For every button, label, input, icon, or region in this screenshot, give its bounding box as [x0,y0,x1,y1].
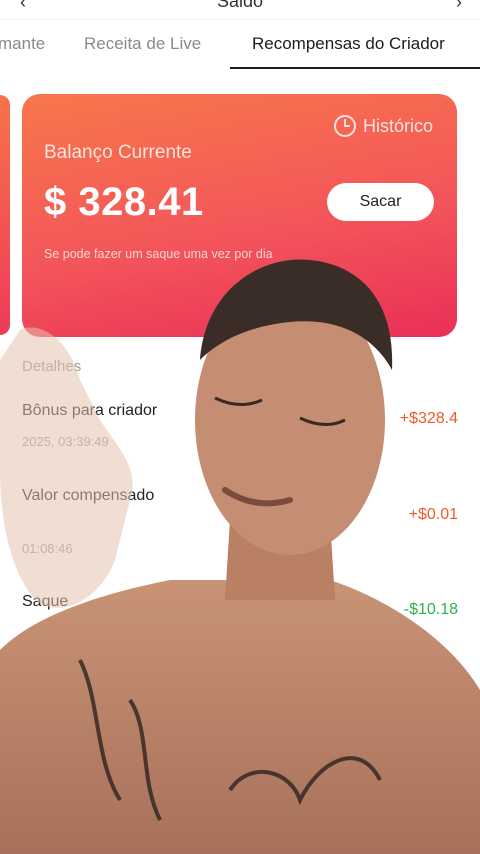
transaction-title: Saque [22,593,69,610]
withdraw-button[interactable]: Sacar [327,183,434,221]
transaction-title: Bônus para criador [22,402,158,419]
tab-live-revenue[interactable]: Receita de Live [84,34,201,54]
withdraw-note: Se pode fazer um saque uma vez por dia [44,247,273,261]
history-label: Histórico [362,115,433,136]
clock-icon [333,115,356,137]
previous-card-peek[interactable] [0,95,10,335]
balance-amount: $ 328.41 [44,180,204,224]
more-icon[interactable]: › [456,0,462,13]
transaction-time: 2025, 03:39:49 [22,434,109,449]
transaction-title: Valor compensado [22,487,155,504]
details-heading: Detalhes [22,358,82,375]
tab-creator-rewards[interactable]: Recompensas do Criador [252,34,445,54]
balance-label: Balanço Currente [44,142,192,163]
transaction-amount: +$328.4 [399,410,458,427]
transaction-time: 01:08:46 [22,541,73,556]
transaction-amount: +$0.01 [408,506,458,523]
top-bar: ‹ Saldo › [0,0,480,20]
history-button[interactable]: Histórico [333,114,433,138]
balance-card: Histórico Balanço Currente $ 328.41 Saca… [22,94,457,337]
tab-ranking[interactable]: mante [0,34,45,54]
tab-bar: mante Receita de Live Recompensas do Cri… [0,20,480,70]
active-tab-indicator [230,67,480,69]
transaction-amount: -$10.18 [403,601,458,618]
page-title: Saldo [216,0,264,11]
